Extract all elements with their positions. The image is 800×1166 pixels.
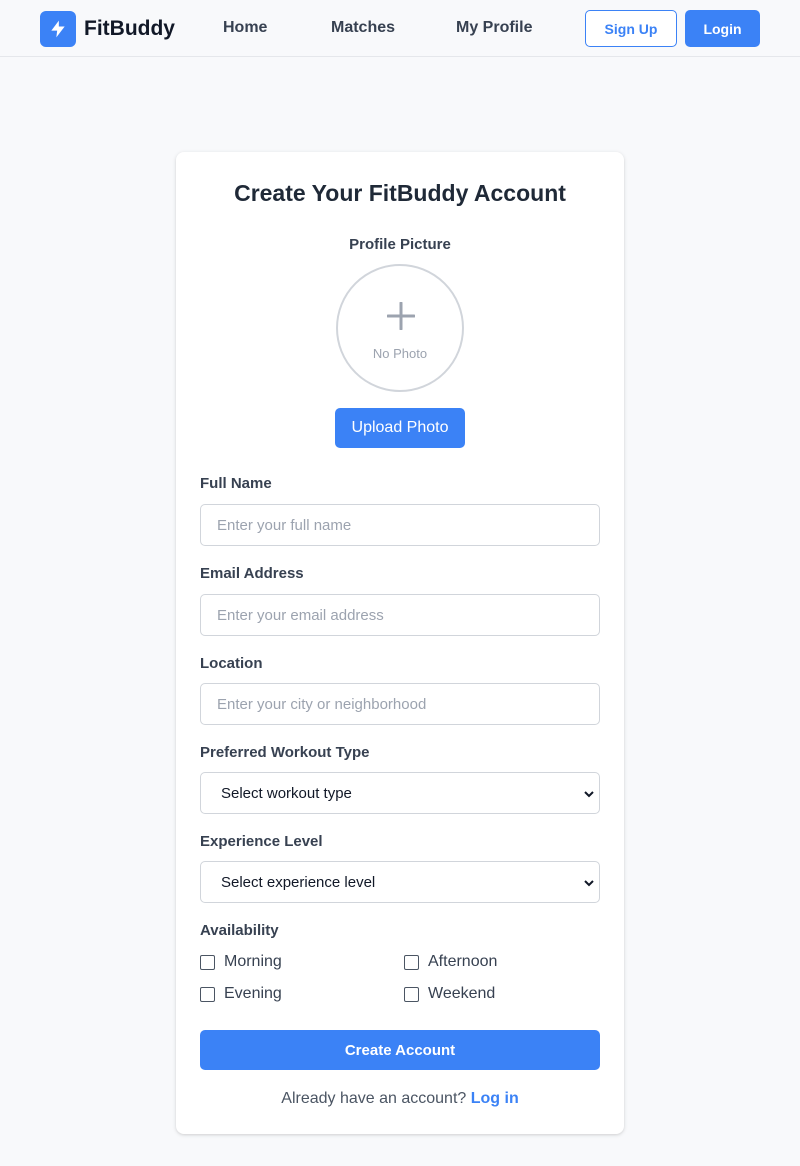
availability-weekend[interactable]: Weekend [404,985,495,1003]
workout-type-select[interactable]: Select workout type [200,772,600,814]
checkbox-label: Morning [224,953,282,970]
log-in-link[interactable]: Log in [471,1090,519,1107]
chevron-down-icon [583,876,595,893]
checkbox[interactable] [404,954,419,970]
checkbox-label: Evening [224,985,282,1002]
location-label: Location [200,655,263,672]
brand-name: FitBuddy [84,17,175,40]
checkbox-label: Afternoon [428,953,498,970]
nav-link-matches[interactable]: Matches [331,19,395,37]
availability-label: Availability [200,922,279,939]
no-photo-text: No Photo [372,346,428,361]
login-button[interactable]: Login [685,10,760,47]
workout-type-value: Select workout type [221,784,352,802]
availability-afternoon[interactable]: Afternoon [404,953,497,971]
full-name-input[interactable] [200,504,600,546]
email-label: Email Address [200,565,304,582]
full-name-label: Full Name [200,475,272,492]
workout-type-label: Preferred Workout Type [200,744,370,761]
brand[interactable]: FitBuddy [40,11,175,47]
experience-select[interactable]: Select experience level [200,861,600,903]
availability-morning[interactable]: Morning [200,953,282,971]
location-input[interactable] [200,683,600,725]
availability-evening[interactable]: Evening [200,985,282,1003]
nav-link-home[interactable]: Home [223,19,267,37]
chevron-down-icon [583,787,595,804]
profile-picture-label: Profile Picture [349,236,451,253]
login-prompt: Already have an account? Log in [176,1090,624,1108]
create-account-button[interactable]: Create Account [200,1030,600,1070]
checkbox-label: Weekend [428,985,496,1002]
experience-value: Select experience level [221,873,376,891]
sign-up-button[interactable]: Sign Up [585,10,677,47]
login-prompt-text: Already have an account? [281,1090,467,1107]
upload-photo-button[interactable]: Upload Photo [335,408,465,448]
nav-link-my-profile[interactable]: My Profile [456,19,532,37]
email-input[interactable] [200,594,600,636]
lightning-icon [40,11,76,47]
avatar-placeholder[interactable]: No Photo [336,264,464,392]
page-title: Create Your FitBuddy Account [234,180,566,206]
checkbox[interactable] [404,986,419,1002]
checkbox[interactable] [200,954,215,970]
plus-icon [386,301,416,335]
signup-card: Create Your FitBuddy Account Profile Pic… [176,152,624,1134]
experience-label: Experience Level [200,833,323,850]
top-nav: FitBuddy Home Matches My Profile Sign Up… [0,0,800,57]
checkbox[interactable] [200,986,215,1002]
